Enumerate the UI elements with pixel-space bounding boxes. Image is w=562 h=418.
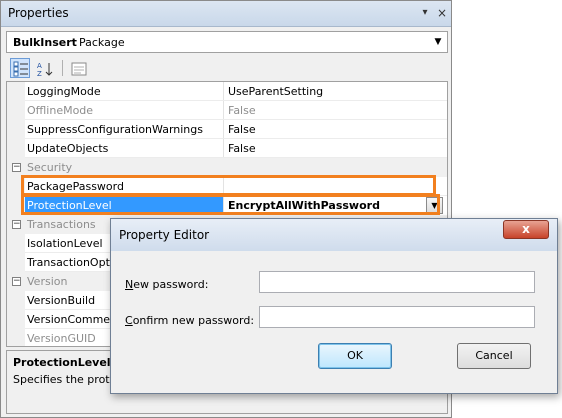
properties-title: Properties xyxy=(8,6,69,20)
svg-text:Z: Z xyxy=(37,70,42,77)
properties-toolbar: A Z xyxy=(6,56,448,80)
properties-close-icon[interactable]: × xyxy=(435,5,449,21)
cancel-button[interactable]: Cancel xyxy=(457,343,531,369)
protection-level-dropdown-icon[interactable]: ▼ xyxy=(426,197,443,214)
property-editor-dialog: Property Editor x New password: Confirm … xyxy=(110,218,558,394)
toolbar-separator xyxy=(62,60,63,76)
confirm-password-label: Confirm new password: xyxy=(125,314,255,327)
categorized-icon xyxy=(13,61,28,77)
svg-text:A: A xyxy=(37,62,42,70)
property-row-offline-mode[interactable]: OfflineMode False xyxy=(7,101,447,120)
collapse-icon[interactable]: − xyxy=(12,163,21,172)
confirm-password-input[interactable] xyxy=(259,306,535,328)
new-password-input[interactable] xyxy=(259,271,535,293)
alphabetical-button[interactable]: A Z xyxy=(34,58,54,78)
collapse-icon[interactable]: − xyxy=(12,277,21,286)
properties-title-bar[interactable]: Properties ▾ × xyxy=(1,1,451,27)
object-type: Package xyxy=(79,36,125,49)
property-row-protection-level[interactable]: ProtectionLevel EncryptAllWithPassword ▼ xyxy=(7,196,447,215)
property-row-update-objects[interactable]: UpdateObjects False xyxy=(7,139,447,158)
description-heading: ProtectionLevel xyxy=(13,356,111,369)
categorized-button[interactable] xyxy=(10,58,30,78)
object-selector[interactable]: BulkInsert Package ▼ xyxy=(6,31,448,53)
property-row-logging-mode[interactable]: LoggingMode UseParentSetting xyxy=(7,82,447,101)
collapse-icon[interactable]: − xyxy=(12,220,21,229)
property-row-package-password[interactable]: PackagePassword xyxy=(7,177,447,196)
sort-alphabetical-icon: A Z xyxy=(37,62,53,77)
ok-button[interactable]: OK xyxy=(318,343,392,369)
dialog-close-button[interactable]: x xyxy=(503,220,549,239)
description-text: Specifies the prote xyxy=(13,373,117,386)
dialog-title: Property Editor xyxy=(119,228,210,242)
dialog-title-bar[interactable]: Property Editor x xyxy=(111,219,557,251)
category-security[interactable]: − Security xyxy=(7,158,447,177)
property-row-suppress-config-warnings[interactable]: SuppressConfigurationWarnings False xyxy=(7,120,447,139)
property-pages-icon xyxy=(71,62,87,76)
protection-level-value[interactable]: EncryptAllWithPassword xyxy=(228,199,380,212)
new-password-label: New password: xyxy=(125,278,209,291)
chevron-down-icon[interactable]: ▼ xyxy=(431,35,445,49)
window-position-dropdown-icon[interactable]: ▾ xyxy=(419,6,431,20)
object-name: BulkInsert xyxy=(13,36,77,49)
property-pages-button[interactable] xyxy=(68,58,88,78)
